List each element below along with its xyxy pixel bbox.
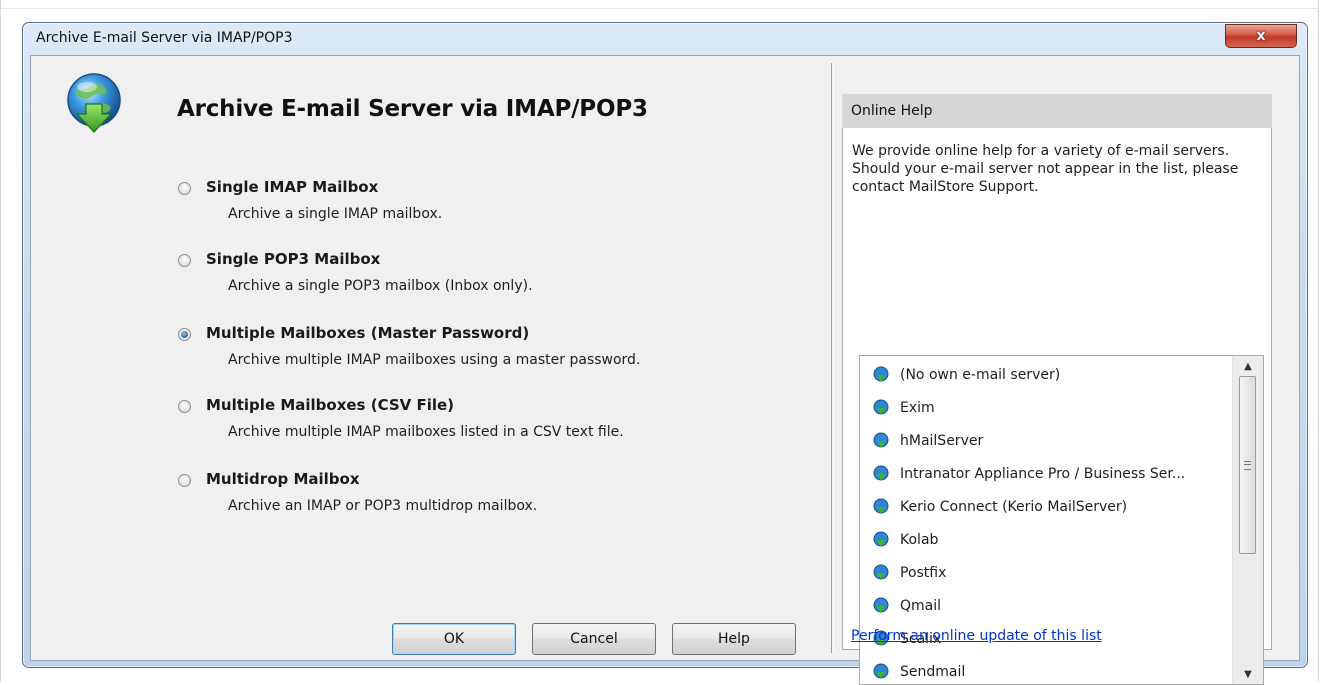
online-help-panel: Online Help We provide online help for a… — [842, 94, 1272, 685]
list-item-label: (No own e-mail server) — [900, 367, 1061, 383]
option-description: Archive multiple IMAP mailboxes using a … — [228, 352, 641, 368]
close-button[interactable]: x — [1225, 24, 1297, 48]
radio-multiple-master-password[interactable] — [178, 328, 191, 341]
help-description: We provide online help for a variety of … — [852, 143, 1239, 195]
list-item-label: Postfix — [900, 565, 947, 581]
list-item[interactable]: Qmail — [872, 593, 941, 619]
page-border-right — [1318, 0, 1319, 682]
scroll-up-arrow-icon[interactable]: ▲ — [1233, 356, 1263, 376]
globe-icon — [873, 465, 889, 481]
list-item[interactable]: Exim — [872, 395, 935, 421]
option-title: Single POP3 Mailbox — [206, 250, 381, 268]
globe-icon — [873, 498, 889, 514]
dialog-window: Archive E-mail Server via IMAP/POP3 x Ar… — [22, 22, 1308, 685]
archive-globe-icon — [67, 73, 121, 133]
scroll-down-arrow-icon[interactable]: ▼ — [1233, 664, 1263, 684]
ok-button[interactable]: OK — [392, 623, 516, 655]
option-description: Archive an IMAP or POP3 multidrop mailbo… — [228, 498, 538, 514]
option-title: Multiple Mailboxes (Master Password) — [206, 324, 530, 342]
online-update-link[interactable]: Perform an online update of this list — [851, 628, 1102, 644]
help-panel-header: Online Help — [842, 94, 1272, 128]
grip-icon — [1244, 460, 1251, 470]
window-title: Archive E-mail Server via IMAP/POP3 — [36, 30, 293, 46]
list-item-label: Kerio Connect (Kerio MailServer) — [900, 499, 1128, 515]
list-item-label: Qmail — [900, 598, 942, 614]
list-item-label: hMailServer — [900, 433, 984, 449]
globe-icon — [873, 531, 889, 547]
list-item[interactable]: (No own e-mail server) — [872, 362, 1060, 388]
page-border-top — [0, 8, 1319, 9]
globe-icon — [873, 597, 889, 613]
globe-icon — [873, 663, 889, 679]
radio-single-imap[interactable] — [178, 182, 191, 195]
list-item-label: Exim — [900, 400, 935, 416]
scroll-thumb[interactable] — [1239, 376, 1256, 554]
list-item[interactable]: Intranator Appliance Pro / Business Ser.… — [872, 461, 1185, 487]
option-description: Archive multiple IMAP mailboxes listed i… — [228, 424, 624, 440]
help-panel-body: We provide online help for a variety of … — [842, 128, 1272, 685]
list-item[interactable]: Kerio Connect (Kerio MailServer) — [872, 494, 1127, 520]
globe-icon — [873, 432, 889, 448]
list-item[interactable]: Kolab — [872, 527, 938, 553]
list-scrollbar[interactable]: ▲ ▼ — [1232, 356, 1263, 684]
vertical-separator — [831, 63, 834, 653]
title-bar[interactable]: Archive E-mail Server via IMAP/POP3 x — [23, 23, 1307, 55]
list-item[interactable]: hMailServer — [872, 428, 983, 454]
close-icon: x — [1256, 28, 1266, 44]
list-item-label: Intranator Appliance Pro / Business Ser.… — [900, 466, 1186, 482]
list-item-label: Kolab — [900, 532, 939, 548]
globe-icon — [873, 399, 889, 415]
option-description: Archive a single POP3 mailbox (Inbox onl… — [228, 278, 533, 294]
list-item-label: Sendmail — [900, 664, 966, 680]
option-title: Multiple Mailboxes (CSV File) — [206, 396, 455, 414]
radio-multiple-csv[interactable] — [178, 400, 191, 413]
option-description: Archive a single IMAP mailbox. — [228, 206, 443, 222]
radio-multidrop[interactable] — [178, 474, 191, 487]
cancel-button[interactable]: Cancel — [532, 623, 656, 655]
page-border-left — [0, 0, 1, 682]
option-title: Multidrop Mailbox — [206, 470, 360, 488]
globe-icon — [873, 564, 889, 580]
radio-single-pop3[interactable] — [178, 254, 191, 267]
list-item[interactable]: Sendmail — [872, 659, 966, 684]
help-button[interactable]: Help — [672, 623, 796, 655]
page-title: Archive E-mail Server via IMAP/POP3 — [177, 96, 648, 122]
list-item[interactable]: Postfix — [872, 560, 946, 586]
globe-icon — [873, 366, 889, 382]
option-title: Single IMAP Mailbox — [206, 178, 379, 196]
